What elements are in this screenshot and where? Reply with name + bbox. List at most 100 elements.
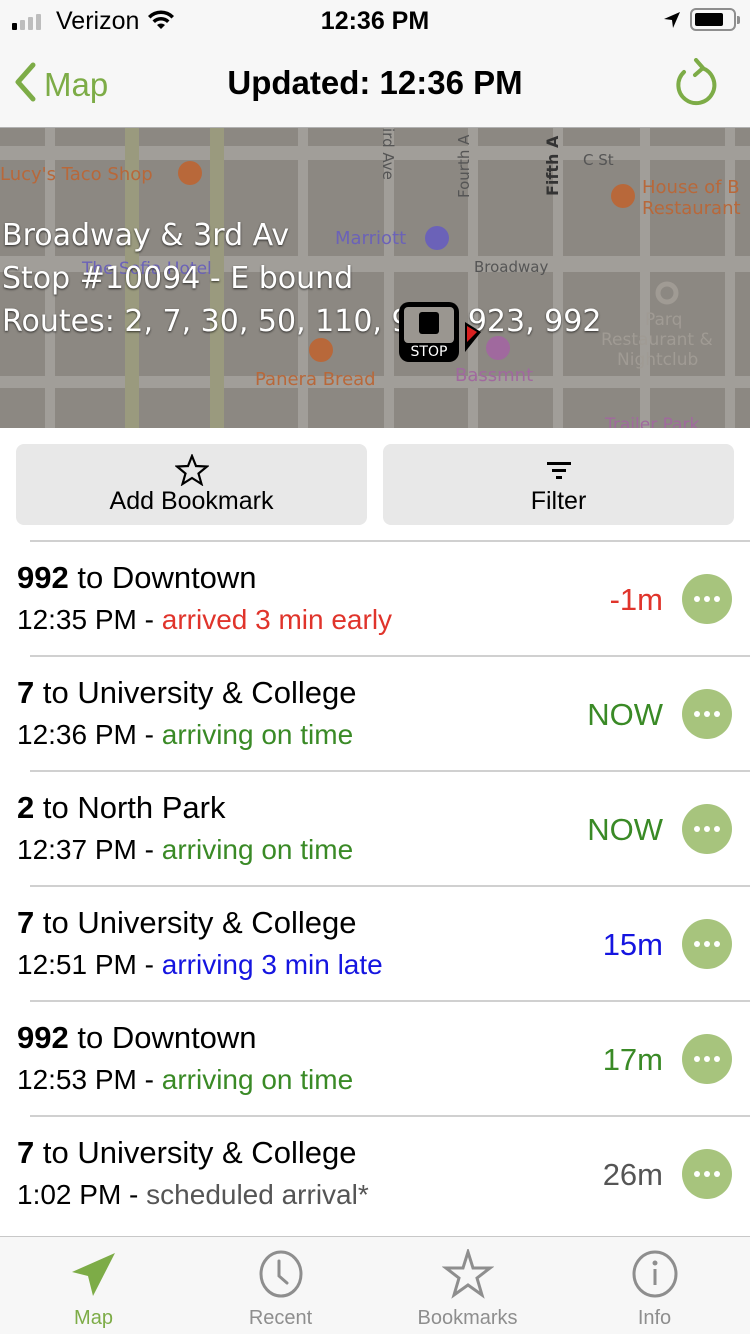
- map-poi-label: House of B: [642, 177, 740, 198]
- stop-name: Broadway & 3rd Av: [2, 218, 290, 253]
- ellipsis-icon: [694, 941, 700, 947]
- ellipsis-icon: [694, 1171, 700, 1177]
- route-number: 992: [17, 560, 69, 595]
- more-options-button[interactable]: [682, 1034, 732, 1084]
- ellipsis-icon: [694, 1056, 700, 1062]
- arrival-subtitle: 12:37 PM - arriving on time: [17, 834, 353, 866]
- arrival-row: 7 to University & College 12:36 PM - arr…: [17, 655, 750, 770]
- stop-map[interactable]: Lucy's Taco Shop Marriott The Sofia Hote…: [0, 128, 750, 428]
- arrival-row-content[interactable]: 2 to North Park 12:37 PM - arriving on t…: [17, 772, 750, 887]
- arrival-subtitle: 12:35 PM - arrived 3 min early: [17, 604, 392, 636]
- tab-label: Bookmarks: [417, 1307, 518, 1329]
- status-bar: Verizon 12:36 PM: [0, 0, 750, 40]
- ellipsis-icon: [694, 826, 700, 832]
- route-number: 7: [17, 905, 35, 940]
- ellipsis-icon: [694, 711, 700, 717]
- star-outline-icon: [16, 454, 367, 486]
- arrival-time: 12:37 PM: [17, 834, 137, 865]
- more-options-button[interactable]: [682, 689, 732, 739]
- navigation-arrow-icon: [0, 1249, 187, 1299]
- arrival-time: 12:36 PM: [17, 719, 137, 750]
- map-street-label: Fifth A: [543, 135, 562, 196]
- info-icon: [561, 1249, 748, 1299]
- tab-map[interactable]: Map: [0, 1237, 187, 1334]
- arrival-row-content[interactable]: 7 to University & College 1:02 PM - sche…: [17, 1117, 750, 1232]
- filter-icon: [383, 454, 734, 484]
- route-number: 2: [17, 790, 35, 825]
- arrival-eta: NOW: [587, 697, 663, 732]
- arrival-time: 1:02 PM: [17, 1179, 122, 1210]
- arrival-row: 7 to University & College 12:51 PM - arr…: [17, 885, 750, 1000]
- more-options-button[interactable]: [682, 919, 732, 969]
- refresh-icon: [672, 58, 720, 114]
- arrival-title: 992 to Downtown: [17, 560, 257, 596]
- arrival-status: arrived 3 min early: [161, 604, 393, 635]
- arrival-eta: -1m: [609, 582, 663, 617]
- separator: -: [136, 719, 162, 750]
- map-poi-label: Panera Bread: [255, 369, 376, 390]
- refresh-button[interactable]: [672, 58, 720, 115]
- separator: -: [121, 1179, 147, 1210]
- arrivals-list: 992 to Downtown 12:35 PM - arrived 3 min…: [0, 540, 750, 1230]
- separator: -: [136, 834, 162, 865]
- map-street-label: C St: [583, 151, 614, 169]
- arrival-row-content[interactable]: 992 to Downtown 12:53 PM - arriving on t…: [17, 1002, 750, 1117]
- stop-info: Broadway & 3rd Av Stop #10094 - E bound …: [2, 214, 601, 343]
- tab-recent[interactable]: Recent: [187, 1237, 374, 1334]
- route-destination: to University & College: [34, 1135, 357, 1170]
- route-number: 7: [17, 1135, 35, 1170]
- map-poi-label: Parq: [645, 310, 682, 330]
- more-options-button[interactable]: [682, 574, 732, 624]
- route-destination: to University & College: [34, 905, 357, 940]
- map-street: [0, 146, 750, 160]
- tab-info[interactable]: Info: [561, 1237, 748, 1334]
- star-icon: [374, 1249, 561, 1299]
- map-poi-label: Nightclub: [617, 350, 698, 370]
- map-street-label: ird Ave: [379, 128, 397, 180]
- tab-bookmarks[interactable]: Bookmarks: [374, 1237, 561, 1334]
- route-destination: to North Park: [34, 790, 226, 825]
- arrival-title: 7 to University & College: [17, 1135, 356, 1171]
- ellipsis-icon: [694, 596, 700, 602]
- route-destination: to University & College: [34, 675, 357, 710]
- separator: -: [136, 949, 162, 980]
- arrival-status: arriving on time: [161, 719, 354, 750]
- bus-stop-label: STOP: [411, 344, 448, 360]
- arrival-eta: 26m: [602, 1157, 663, 1192]
- arrival-title: 992 to Downtown: [17, 1020, 257, 1056]
- restaurant-pin-icon: [611, 184, 635, 208]
- add-bookmark-label: Add Bookmark: [109, 487, 274, 515]
- arrival-eta: NOW: [587, 812, 663, 847]
- arrival-row-content[interactable]: 992 to Downtown 12:35 PM - arrived 3 min…: [17, 542, 750, 657]
- arrival-status: scheduled arrival*: [146, 1179, 369, 1210]
- map-street: [725, 128, 735, 428]
- status-time: 12:36 PM: [320, 7, 430, 35]
- more-options-button[interactable]: [682, 1149, 732, 1199]
- bus-stop-marker[interactable]: STOP: [397, 300, 487, 371]
- map-poi-label: Restaurant &: [601, 330, 713, 350]
- restaurant-pin-icon: [178, 161, 202, 185]
- tab-label: Map: [74, 1307, 113, 1329]
- arrival-row-content[interactable]: 7 to University & College 12:51 PM - arr…: [17, 887, 750, 1002]
- battery-icon: [690, 8, 740, 31]
- add-bookmark-button[interactable]: Add Bookmark: [16, 444, 367, 525]
- filter-button[interactable]: Filter: [383, 444, 734, 525]
- arrival-row: 2 to North Park 12:37 PM - arriving on t…: [17, 770, 750, 885]
- arrival-row: 992 to Downtown 12:35 PM - arrived 3 min…: [17, 540, 750, 655]
- map-poi-label: Trailer Park: [604, 415, 699, 428]
- arrival-row-content[interactable]: 7 to University & College 12:36 PM - arr…: [17, 657, 750, 772]
- page-title: Updated: 12:36 PM: [227, 64, 523, 101]
- arrival-eta: 15m: [602, 927, 663, 962]
- arrival-subtitle: 12:36 PM - arriving on time: [17, 719, 353, 751]
- map-street: [640, 128, 650, 428]
- map-poi-label: Restaurant: [642, 198, 741, 219]
- stop-number: Stop #10094 - E bound: [2, 261, 354, 296]
- tab-label: Recent: [248, 1307, 313, 1329]
- arrival-row: 992 to Downtown 12:53 PM - arriving on t…: [17, 1000, 750, 1115]
- tab-bar: Map Recent Bookmarks Info: [0, 1236, 750, 1334]
- arrival-subtitle: 12:53 PM - arriving on time: [17, 1064, 353, 1096]
- more-options-button[interactable]: [682, 804, 732, 854]
- navigation-bar: Map Updated: 12:36 PM: [0, 40, 750, 128]
- arrival-time: 12:53 PM: [17, 1064, 137, 1095]
- arrival-title: 7 to University & College: [17, 675, 356, 711]
